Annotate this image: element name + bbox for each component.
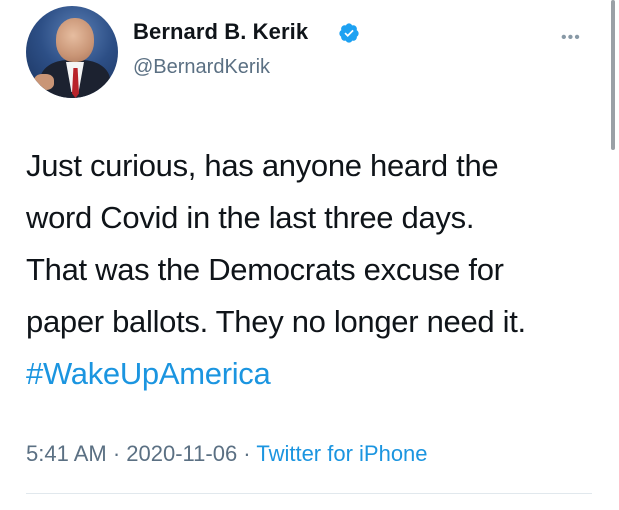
tweet-metadata: 5:41 AM · 2020-11-06 · Twitter for iPhon… xyxy=(26,441,428,467)
display-name[interactable]: Bernard B. Kerik xyxy=(133,19,308,45)
verified-badge-icon xyxy=(339,23,359,43)
scrollbar[interactable] xyxy=(611,0,615,150)
tweet-source-link[interactable]: Twitter for iPhone xyxy=(256,441,427,466)
tweet-date[interactable]: 2020-11-06 xyxy=(126,441,237,466)
user-handle[interactable]: @BernardKerik xyxy=(133,56,270,79)
meta-separator: · xyxy=(237,441,257,466)
tweet-text-line: paper ballots. They no longer need it. xyxy=(26,304,526,339)
avatar-hand xyxy=(34,74,54,90)
tweet-text-line: Just curious, has anyone heard the xyxy=(26,148,499,183)
avatar-head xyxy=(56,18,94,62)
hashtag-link[interactable]: #WakeUpAmerica xyxy=(26,348,606,400)
tweet-text-line: word Covid in the last three days. xyxy=(26,200,475,235)
avatar[interactable] xyxy=(26,6,118,98)
tweet-text-line: That was the Democrats excuse for xyxy=(26,252,504,287)
tweet-card: Bernard B. Kerik @BernardKerik ••• Just … xyxy=(0,0,619,510)
meta-separator: · xyxy=(106,441,127,466)
tweet-time[interactable]: 5:41 AM xyxy=(26,441,107,466)
more-options-icon[interactable]: ••• xyxy=(561,30,581,46)
divider xyxy=(26,493,592,494)
tweet-text: Just curious, has anyone heard the word … xyxy=(26,140,606,400)
